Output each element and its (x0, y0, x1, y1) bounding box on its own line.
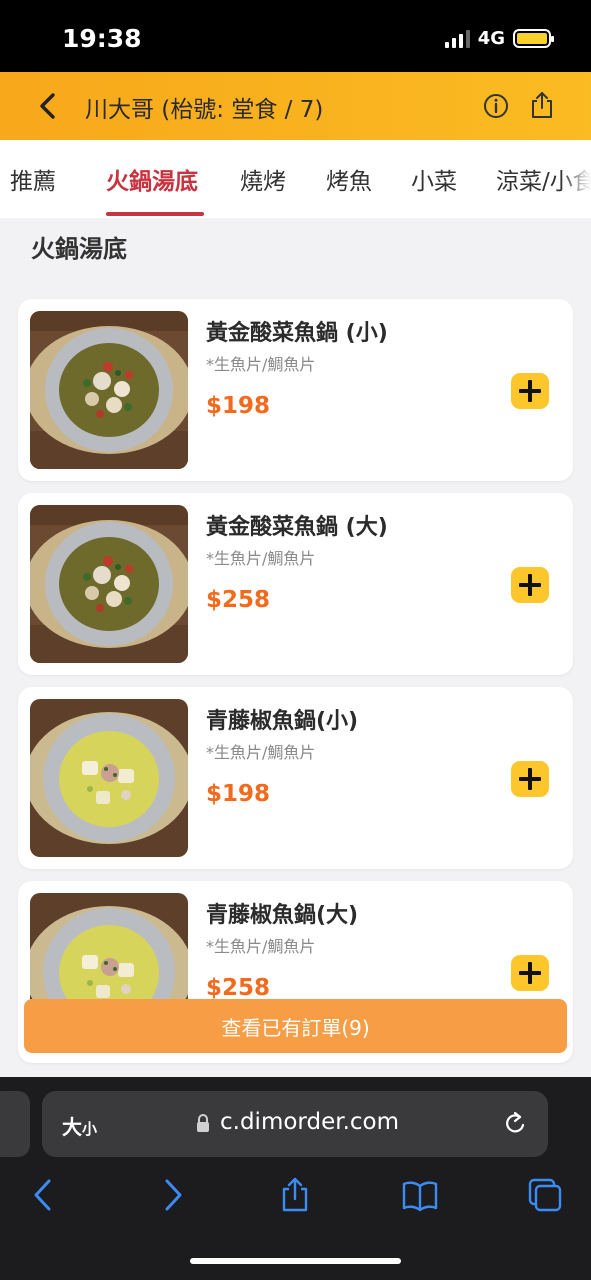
url-text: c.dimorder.com (220, 1109, 400, 1135)
dish-description: *生魚片/鯛魚片 (206, 355, 316, 374)
browser-back-icon[interactable] (26, 1177, 62, 1213)
lock-icon (197, 1114, 209, 1132)
tab-recommended[interactable]: 推薦 (10, 162, 56, 196)
dish-name: 青藤椒魚鍋(大) (206, 903, 359, 928)
tab-bbq[interactable]: 燒烤 (240, 162, 286, 196)
dish-description: *生魚片/鯛魚片 (206, 549, 316, 568)
network-label: 4G (477, 28, 505, 49)
dish-price: $258 (206, 587, 271, 613)
view-orders-button[interactable]: 查看已有訂單(9) (24, 999, 567, 1053)
share-button[interactable] (528, 90, 556, 120)
tab-grilled-fish[interactable]: 烤魚 (326, 162, 372, 196)
home-indicator (190, 1258, 401, 1264)
previous-tab-preview[interactable] (0, 1091, 30, 1157)
dish-image (30, 311, 188, 469)
share-icon (532, 92, 552, 118)
info-icon (484, 94, 508, 118)
tabs-icon[interactable] (527, 1177, 563, 1213)
tab-hotpot-soup[interactable]: 火鍋湯底 (106, 162, 198, 196)
status-bar: 19:38 4G (0, 0, 591, 72)
dish-name: 青藤椒魚鍋(小) (206, 709, 359, 734)
bookmarks-icon[interactable] (402, 1177, 438, 1213)
dish-price: $258 (206, 975, 271, 1001)
tab-dishes[interactable]: 小菜 (411, 162, 457, 196)
menu-item-card[interactable]: 黃金酸菜魚鍋 (小) *生魚片/鯛魚片 $198 (18, 299, 573, 481)
signal-icon (444, 29, 470, 48)
dish-description: *生魚片/鯛魚片 (206, 743, 316, 762)
menu-item-card[interactable]: 青藤椒魚鍋(小) *生魚片/鯛魚片 $198 (18, 687, 573, 869)
dish-image (30, 505, 188, 663)
browser-share-icon[interactable] (277, 1177, 313, 1213)
active-tab-indicator (106, 212, 204, 216)
add-button[interactable] (511, 955, 549, 991)
status-time: 19:38 (62, 24, 142, 53)
dish-name: 黃金酸菜魚鍋 (大) (206, 515, 388, 540)
page-title: 川大哥 (枱號: 堂食 / 7) (85, 97, 324, 123)
dish-name: 黃金酸菜魚鍋 (小) (206, 321, 388, 346)
address-bar[interactable]: 大小 c.dimorder.com (42, 1091, 548, 1157)
dish-price: $198 (206, 393, 271, 419)
tabs-fade (561, 140, 591, 218)
battery-icon (513, 29, 554, 48)
dish-image (30, 699, 188, 857)
back-button[interactable] (34, 90, 64, 122)
add-button[interactable] (511, 567, 549, 603)
text-size-large: 大 (62, 1115, 82, 1139)
dish-price: $198 (206, 781, 271, 807)
add-button[interactable] (511, 373, 549, 409)
text-size-button[interactable]: 大小 (62, 1111, 97, 1140)
add-button[interactable] (511, 761, 549, 797)
menu-item-card[interactable]: 黃金酸菜魚鍋 (大) *生魚片/鯛魚片 $258 (18, 493, 573, 675)
info-button[interactable] (482, 92, 510, 120)
reload-icon[interactable] (502, 1110, 528, 1138)
browser-toolbar: 大小 c.dimorder.com (0, 1077, 591, 1280)
dish-description: *生魚片/鯛魚片 (206, 937, 316, 956)
text-size-small: 小 (82, 1120, 98, 1138)
chevron-left-icon (40, 93, 55, 119)
browser-forward-icon[interactable] (154, 1177, 190, 1213)
status-indicators: 4G (444, 28, 554, 49)
app-header: 川大哥 (枱號: 堂食 / 7) (0, 72, 591, 140)
section-title: 火鍋湯底 (31, 235, 127, 263)
category-tabs: 推薦 火鍋湯底 燒烤 烤魚 小菜 涼菜/小食 (0, 140, 591, 218)
